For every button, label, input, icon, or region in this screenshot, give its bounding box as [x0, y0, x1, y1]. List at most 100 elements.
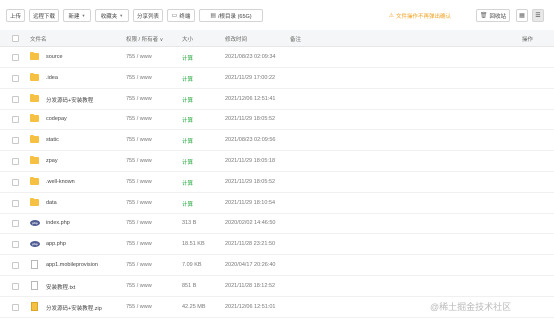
- favorites-button[interactable]: 收藏夹 ▼: [95, 9, 129, 22]
- file-size[interactable]: 计算: [182, 96, 193, 104]
- row-checkbox[interactable]: [12, 178, 19, 186]
- php-file-icon: php: [30, 220, 40, 227]
- table-row[interactable]: .well-known 755 / www 计算 2021/11/29 18:05:5…: [0, 172, 554, 193]
- file-permission: 755 / www: [126, 199, 152, 206]
- file-size[interactable]: 计算: [182, 137, 193, 145]
- header-size[interactable]: 大小: [182, 35, 193, 43]
- folder-icon: [30, 114, 39, 123]
- list-view-button[interactable]: ☰: [532, 9, 544, 22]
- share-list-button[interactable]: 分享列表: [133, 9, 163, 22]
- select-all-checkbox[interactable]: [12, 35, 19, 42]
- file-name[interactable]: static: [46, 137, 59, 143]
- table-row[interactable]: static 755 / www 计算 2021/08/23 02:09:56: [0, 130, 554, 152]
- row-checkbox[interactable]: [12, 303, 19, 311]
- file-name[interactable]: .idea: [46, 75, 58, 81]
- table-row[interactable]: app1.mobileprovision 755 / www 7.09 KB 2020…: [0, 255, 554, 276]
- table-row[interactable]: 安装教程.txt 755 / www 851 B 2021/11/28 18:12:5…: [0, 276, 554, 297]
- row-checkbox[interactable]: [12, 262, 19, 269]
- row-checkbox[interactable]: [12, 95, 19, 103]
- row-checkbox[interactable]: [12, 199, 19, 207]
- file-name[interactable]: app.php: [46, 241, 66, 247]
- file-mtime: 2021/11/29 18:05:52: [225, 178, 276, 185]
- terminal-button[interactable]: ▭ 终端: [167, 9, 195, 22]
- file-name[interactable]: .well-known: [46, 179, 75, 185]
- folder-icon: [30, 135, 39, 144]
- file-icon: [31, 280, 38, 290]
- file-size[interactable]: 计算: [182, 200, 193, 208]
- file-mtime: 2021/08/23 02:09:34: [225, 54, 276, 60]
- file-permission: 755 / www: [126, 303, 152, 310]
- table-row[interactable]: .idea 755 / www 计算 2021/11/29 17:00:22: [0, 68, 554, 89]
- file-size[interactable]: 计算: [182, 116, 193, 124]
- folder-sync-icon: ▤: [210, 13, 217, 19]
- table-row[interactable]: php index.php 755 / www 313 B 2020/02/02 14:…: [0, 213, 554, 235]
- file-mtime: 2020/02/02 14:46:50: [225, 220, 276, 227]
- header-perm[interactable]: 权限 / 所有者 ∨: [126, 35, 163, 43]
- header-name[interactable]: 文件名: [30, 35, 47, 43]
- file-size[interactable]: 计算: [182, 75, 193, 83]
- recycle-bin-button[interactable]: 🗑 回收站: [476, 9, 510, 22]
- file-name[interactable]: zpay: [46, 158, 58, 164]
- table-row[interactable]: zpay 755 / www 计算 2021/11/29 18:05:18: [0, 151, 554, 172]
- file-size: 18.51 KB: [182, 241, 205, 248]
- file-name[interactable]: app1.mobileprovision: [46, 262, 98, 268]
- row-checkbox[interactable]: [12, 137, 19, 145]
- row-checkbox[interactable]: [12, 158, 19, 165]
- row-checkbox[interactable]: [12, 116, 19, 124]
- folder-icon: [30, 156, 39, 164]
- file-size: 42.25 MB: [182, 303, 206, 310]
- file-mtime: 2021/11/29 18:05:52: [225, 116, 276, 123]
- zip-file-icon: [31, 301, 38, 311]
- folder-icon: [30, 93, 39, 102]
- disable-confirm-link[interactable]: ⚠ 文件操作不再弹出确认: [389, 12, 451, 20]
- sync-dir-button[interactable]: ▤/根目录 (65G): [199, 9, 263, 22]
- file-permission: 755 / www: [126, 54, 152, 60]
- file-name[interactable]: 分发源码+安装教程.zip: [46, 304, 102, 312]
- chevron-down-icon: ∨: [159, 37, 164, 43]
- table-header: 文件名 权限 / 所有者 ∨ 大小 修改时间 备注 操作: [0, 30, 554, 47]
- file-name[interactable]: 安装教程.txt: [46, 283, 75, 291]
- row-checkbox[interactable]: [12, 54, 19, 61]
- header-mtime[interactable]: 修改时间: [225, 35, 247, 43]
- remote-download-button[interactable]: 远程下载: [29, 9, 59, 22]
- file-name[interactable]: data: [46, 200, 57, 206]
- table-row[interactable]: php app.php 755 / www 18.51 KB 2021/11/28 23…: [0, 234, 554, 256]
- file-size: 313 B: [182, 220, 197, 227]
- watermark: @稀土掘金技术社区: [430, 302, 512, 312]
- file-name[interactable]: source: [46, 54, 63, 60]
- new-button[interactable]: 新建 ▼: [63, 9, 91, 22]
- row-checkbox[interactable]: [12, 282, 19, 290]
- sync-dir-label: /根目录 (65G): [218, 13, 252, 20]
- row-checkbox[interactable]: [12, 74, 19, 82]
- upload-button[interactable]: 上传: [6, 9, 25, 22]
- file-mtime: 2021/11/29 18:10:54: [225, 199, 276, 206]
- table-row[interactable]: 分发源码+安装教程 755 / www 计算 2021/12/06 12:51:41: [0, 89, 554, 110]
- table-row[interactable]: codepay 755 / www 计算 2021/11/29 18:05:52: [0, 109, 554, 131]
- trash-icon: 🗑: [479, 13, 488, 19]
- file-size[interactable]: 计算: [182, 54, 193, 62]
- file-mtime: 2021/11/28 23:21:50: [225, 241, 276, 248]
- row-checkbox[interactable]: [12, 220, 19, 228]
- row-checkbox[interactable]: [12, 241, 19, 249]
- header-ops: 操作: [522, 37, 534, 43]
- grid-view-button[interactable]: ▦: [516, 9, 528, 22]
- file-permission: 755 / www: [126, 220, 152, 227]
- table-row[interactable]: source 755 / www 计算 2021/08/23 02:09:34: [0, 47, 554, 68]
- toolbar: 上传 远程下载 新建 ▼ 收藏夹 ▼ 分享列表 ▭ 终端 ▤/根目录 (65G) ⚠ 文…: [0, 0, 554, 30]
- file-size[interactable]: 计算: [182, 179, 193, 187]
- file-name[interactable]: index.php: [46, 220, 70, 226]
- upload-label: 上传: [9, 13, 21, 20]
- file-permission: 755 / www: [126, 241, 152, 248]
- file-mtime: 2021/11/29 17:00:22: [225, 74, 276, 81]
- folder-icon: [30, 52, 39, 60]
- share-list-label: 分享列表: [136, 13, 159, 20]
- list-icon: ☰: [535, 13, 541, 19]
- warning-icon: ⚠: [389, 13, 394, 19]
- file-name[interactable]: codepay: [46, 116, 67, 122]
- chevron-down-icon: ▼: [119, 13, 124, 18]
- table-row[interactable]: data 755 / www 计算 2021/11/29 18:10:54: [0, 193, 554, 214]
- grid-icon: ▦: [519, 13, 525, 19]
- file-permission: 755 / www: [126, 95, 152, 102]
- file-name[interactable]: 分发源码+安装教程: [46, 96, 93, 104]
- file-size[interactable]: 计算: [182, 158, 193, 166]
